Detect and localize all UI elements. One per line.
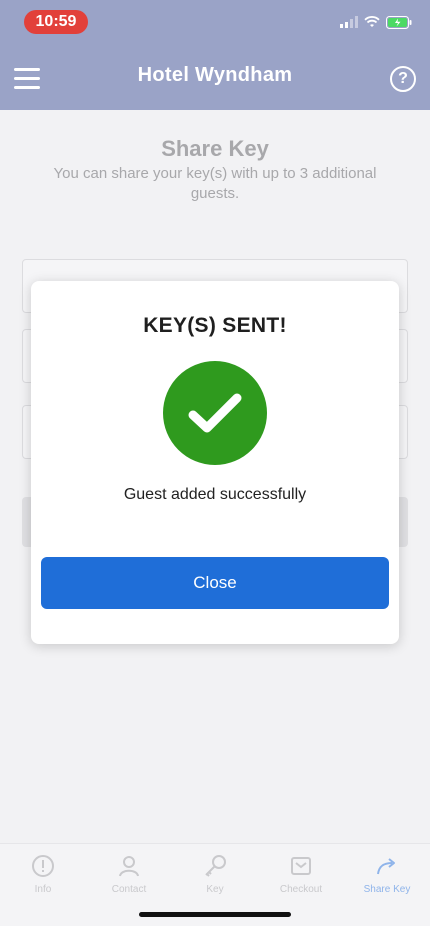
status-icons [340,14,412,30]
tab-info[interactable]: Info [0,844,86,926]
key-icon [205,855,226,877]
person-icon [119,856,139,877]
tab-share-key[interactable]: Share Key [344,844,430,926]
tab-label: Info [34,884,52,895]
app-header: 10:59 Hotel Wyndham ? [0,0,430,110]
battery-icon [386,15,412,29]
success-badge [163,361,267,465]
tab-label: Share Key [363,884,411,895]
modal-message: Guest added successfully [123,486,307,503]
tab-label: Checkout [279,884,323,895]
signal-icon [340,16,358,28]
info-icon [32,855,54,877]
success-modal: KEY(S) SENT! Guest added successfully Cl… [31,281,399,644]
page-title: Share Key [161,136,269,161]
tab-label: Key [206,884,224,895]
wifi-icon [364,16,380,27]
question-circle-icon[interactable]: ? [390,66,416,92]
page-subtitle: You can share your key(s) with up to 3 a… [53,165,377,202]
app-title: Hotel Wyndham [137,64,293,86]
checkout-icon [291,857,311,875]
status-time: 10:59 [24,10,88,34]
home-indicator [139,912,291,917]
modal-title: KEY(S) SENT! [143,314,287,337]
close-button[interactable]: Close [41,557,389,609]
tab-label: Contact [111,884,147,895]
share-arrow-icon [377,858,395,875]
checkmark-icon [188,393,242,433]
